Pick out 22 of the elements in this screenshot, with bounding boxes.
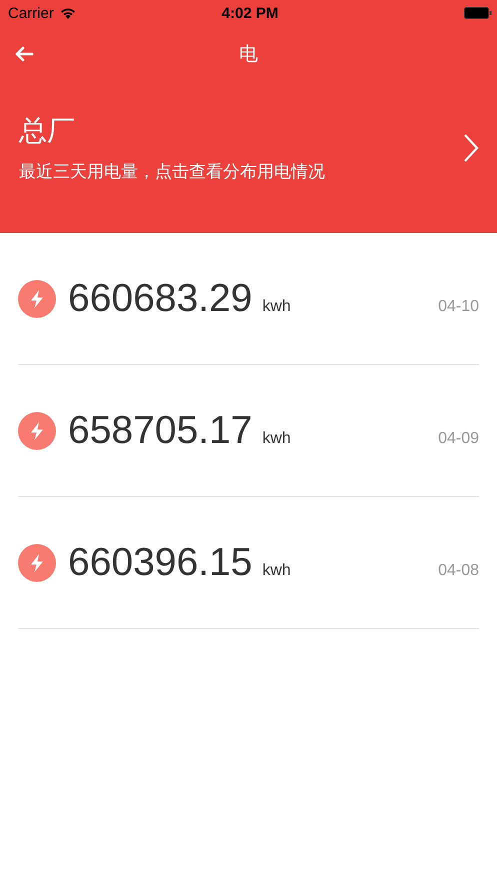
usage-unit: kwh [262,298,291,316]
usage-value: 660396.15 [68,540,252,584]
usage-value: 658705.17 [68,408,252,452]
chevron-right-icon [463,132,479,162]
wifi-icon [60,7,76,19]
usage-date: 04-09 [438,430,479,448]
usage-value: 660683.29 [68,276,252,320]
carrier-name: Carrier [8,4,54,22]
battery-icon [464,7,492,19]
page-title: 电 [239,42,258,67]
usage-unit: kwh [262,430,291,448]
factory-name: 总厂 [19,113,76,149]
usage-date: 04-10 [438,298,479,316]
factory-subtitle: 最近三天用电量，点击查看分布用电情况 [19,161,325,183]
factory-banner[interactable]: 总厂 最近三天用电量，点击查看分布用电情况 [0,82,497,233]
lightning-icon [18,544,56,582]
lightning-icon [18,280,56,318]
lightning-icon [18,412,56,450]
clock-time: 4:02 PM [222,4,278,22]
back-arrow-icon[interactable] [14,46,34,62]
usage-date: 04-08 [438,562,479,580]
usage-unit: kwh [262,562,291,580]
